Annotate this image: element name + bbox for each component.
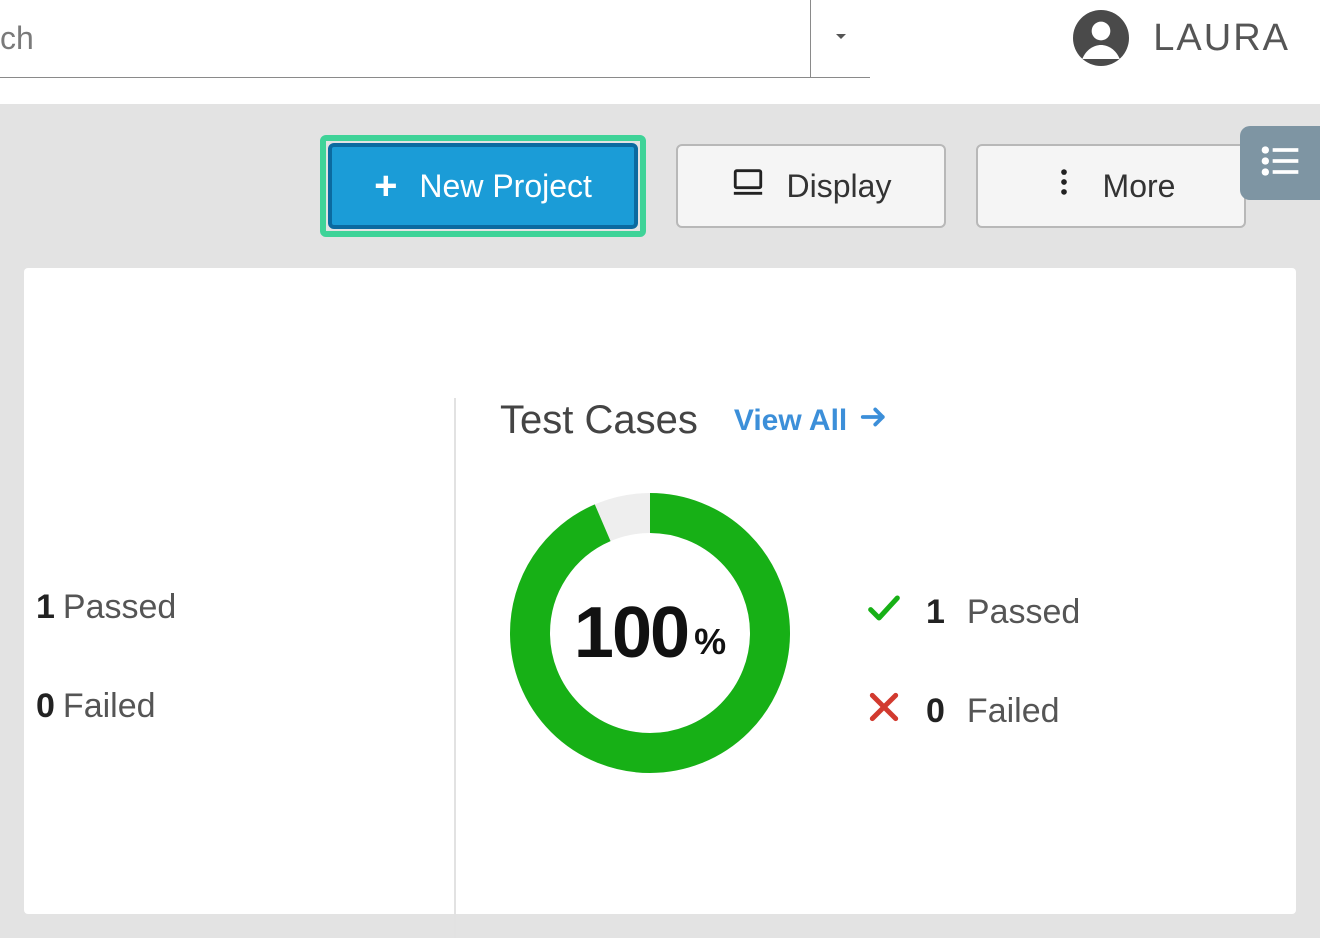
test-cases-header: Test Cases View All (500, 398, 889, 443)
view-all-label: View All (734, 404, 847, 438)
legend-failed-label: Failed (967, 692, 1060, 731)
new-project-button[interactable]: + New Project (328, 143, 638, 229)
display-label: Display (787, 168, 892, 205)
user-name: LAURA (1153, 17, 1290, 60)
left-summary-stats: 1 Passed 0 Failed (36, 588, 176, 726)
donut-center: 100 % (500, 483, 800, 783)
user-menu[interactable]: LAURA (1073, 10, 1290, 66)
plus-icon: + (374, 166, 397, 206)
arrow-right-icon (859, 402, 889, 440)
caret-down-icon (829, 24, 853, 53)
test-cases-legend: 1 Passed 0 Failed (864, 588, 1080, 736)
kebab-icon (1047, 165, 1081, 207)
list-icon (1258, 139, 1302, 188)
view-all-link[interactable]: View All (734, 402, 889, 440)
check-icon (864, 588, 904, 637)
display-button[interactable]: Display (676, 144, 946, 228)
more-button[interactable]: More (976, 144, 1246, 228)
new-project-label: New Project (419, 168, 592, 205)
pass-rate-unit: % (694, 621, 726, 663)
legend-passed-count: 1 (926, 593, 945, 632)
search-dropdown-toggle[interactable] (810, 0, 870, 78)
avatar-icon (1073, 10, 1129, 66)
top-bar: LAURA (0, 0, 1320, 104)
toolbar: + New Project Display More (0, 104, 1320, 268)
left-passed-line: 1 Passed (36, 588, 176, 627)
side-list-toggle[interactable] (1240, 126, 1320, 200)
legend-failed-count: 0 (926, 692, 945, 731)
pass-rate-donut: 100 % (500, 483, 800, 783)
monitor-icon (731, 165, 765, 207)
search-field-container (0, 0, 870, 78)
test-cases-title: Test Cases (500, 398, 698, 443)
content-area: 1 Passed 0 Failed Test Cases View All (0, 268, 1320, 938)
pass-rate-value: 100 (574, 592, 688, 674)
legend-passed-label: Passed (967, 593, 1080, 632)
legend-failed: 0 Failed (864, 687, 1080, 736)
dashboard-card: 1 Passed 0 Failed Test Cases View All (24, 268, 1296, 914)
left-passed-label: Passed (63, 588, 176, 627)
more-label: More (1103, 168, 1176, 205)
left-passed-count: 1 (36, 588, 55, 627)
search-input[interactable] (0, 12, 810, 65)
left-failed-line: 0 Failed (36, 687, 176, 726)
left-failed-label: Failed (63, 687, 156, 726)
test-cases-panel: Test Cases View All (454, 398, 889, 938)
left-failed-count: 0 (36, 687, 55, 726)
legend-passed: 1 Passed (864, 588, 1080, 637)
new-project-highlight: + New Project (320, 135, 646, 237)
x-icon (864, 687, 904, 736)
